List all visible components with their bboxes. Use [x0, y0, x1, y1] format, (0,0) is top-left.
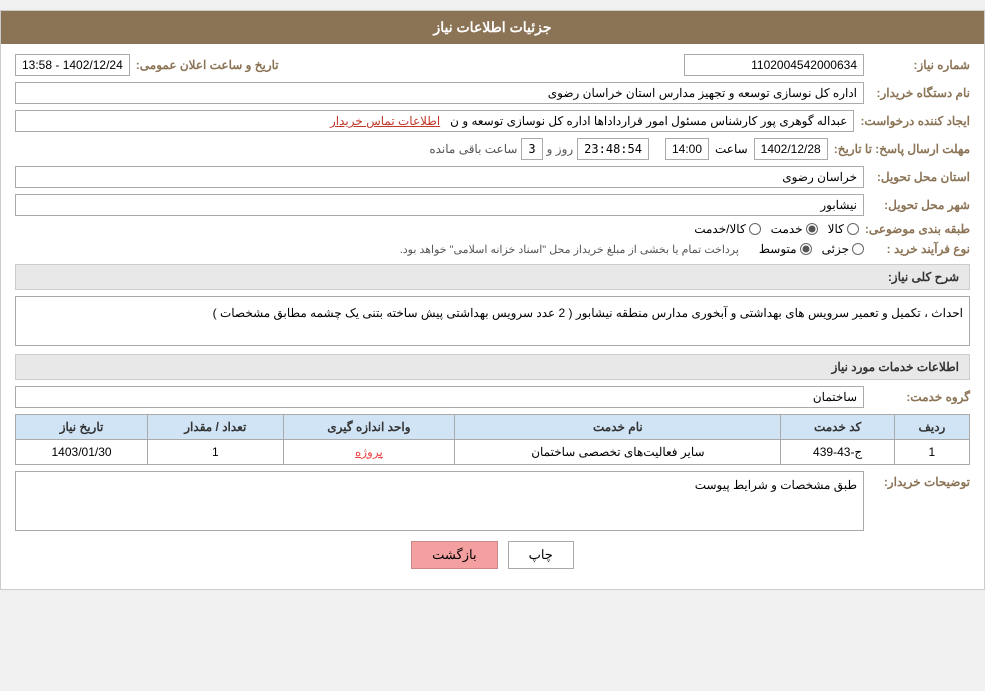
cell-row-num: 1 [894, 440, 969, 465]
description-section-title: شرح کلی نیاز: [15, 264, 970, 290]
purchase-type-label: نوع فرآیند خرید : [870, 242, 970, 256]
print-button[interactable]: چاپ [508, 541, 574, 569]
category-row: طبقه بندی موضوعی: کالا خدمت کالا/خدمت [15, 222, 970, 236]
category-khadamat-label: خدمت [771, 222, 803, 236]
col-quantity: تعداد / مقدار [148, 415, 283, 440]
category-kala[interactable]: کالا [828, 222, 859, 236]
purchase-jozvi-radio[interactable] [852, 243, 864, 255]
city-value: نیشابور [15, 194, 864, 216]
description-label: شرح کلی نیاز: [888, 270, 959, 284]
back-button[interactable]: بازگشت [411, 541, 497, 569]
announcement-datetime-label: تاریخ و ساعت اعلان عمومی: [136, 58, 279, 72]
city-label: شهر محل تحویل: [870, 198, 970, 212]
cell-unit[interactable]: پروژه [283, 440, 455, 465]
category-radio-group: کالا خدمت کالا/خدمت [694, 222, 859, 236]
remaining-time-label: ساعت باقی مانده [429, 142, 517, 156]
buyer-desc-row: توضیحات خریدار: طبق مشخصات و شرایط پیوست [15, 471, 970, 531]
purchase-jozvi-label: جزئی [822, 242, 849, 256]
response-deadline-group: 1402/12/28 ساعت 14:00 23:48:54 روز و 3 س… [15, 138, 828, 160]
province-row: استان محل تحویل: خراسان رضوی [15, 166, 970, 188]
creator-label: ایجاد کننده درخواست: [860, 114, 970, 128]
service-group-label: گروه خدمت: [870, 390, 970, 404]
buttons-row: چاپ بازگشت [15, 541, 970, 569]
response-deadline-label: مهلت ارسال پاسخ: تا تاریخ: [834, 142, 970, 156]
creator-row: ایجاد کننده درخواست: عبداله گوهری پور کا… [15, 110, 970, 132]
category-kala-khadamat[interactable]: کالا/خدمت [694, 222, 760, 236]
purchase-type-row: نوع فرآیند خرید : جزئی متوسط پرداخت تمام… [15, 242, 970, 256]
description-value: احداث ، تکمیل و تعمیر سرویس های بهداشتی … [15, 296, 970, 346]
services-section-label: اطلاعات خدمات مورد نیاز [832, 360, 959, 374]
purchase-note: پرداخت تمام یا بخشی از مبلغ خریداز محل "… [400, 243, 739, 256]
col-row-num: ردیف [894, 415, 969, 440]
province-value: خراسان رضوی [15, 166, 864, 188]
page-wrapper: جزئیات اطلاعات نیاز شماره نیاز: 11020045… [0, 10, 985, 590]
buyer-desc-value: طبق مشخصات و شرایط پیوست [22, 478, 857, 492]
col-date: تاریخ نیاز [16, 415, 148, 440]
announcement-datetime-value: 1402/12/24 - 13:58 [15, 54, 130, 76]
cell-service-code: ج-43-439 [781, 440, 894, 465]
city-row: شهر محل تحویل: نیشابور [15, 194, 970, 216]
category-label: طبقه بندی موضوعی: [865, 222, 970, 236]
need-number-value: 1102004542000634 [684, 54, 864, 76]
category-kala-radio[interactable] [847, 223, 859, 235]
purchase-motavaset[interactable]: متوسط [759, 242, 812, 256]
services-table: ردیف کد خدمت نام خدمت واحد اندازه گیری ت… [15, 414, 970, 465]
remaining-days-label: روز و [547, 142, 574, 156]
purchase-type-group: جزئی متوسط پرداخت تمام یا بخشی از مبلغ خ… [15, 242, 864, 256]
page-title: جزئیات اطلاعات نیاز [433, 19, 551, 35]
services-table-header-row: ردیف کد خدمت نام خدمت واحد اندازه گیری ت… [16, 415, 970, 440]
col-service-code: کد خدمت [781, 415, 894, 440]
remaining-time-value: 23:48:54 [577, 138, 649, 160]
purchase-motavaset-label: متوسط [759, 242, 797, 256]
services-table-header: ردیف کد خدمت نام خدمت واحد اندازه گیری ت… [16, 415, 970, 440]
buyer-desc-label: توضیحات خریدار: [870, 475, 970, 489]
services-section-title: اطلاعات خدمات مورد نیاز [15, 354, 970, 380]
category-kala-label: کالا [828, 222, 844, 236]
category-khadamat-radio[interactable] [806, 223, 818, 235]
col-service-name: نام خدمت [455, 415, 781, 440]
buyer-org-label: نام دستگاه خریدار: [870, 86, 970, 100]
services-table-body: 1 ج-43-439 سایر فعالیت‌های تخصصی ساختمان… [16, 440, 970, 465]
response-time-label: ساعت [715, 142, 748, 156]
response-date-value: 1402/12/28 [754, 138, 828, 160]
province-label: استان محل تحویل: [870, 170, 970, 184]
page-header: جزئیات اطلاعات نیاز [1, 11, 984, 44]
creator-value: عبداله گوهری پور کارشناس مسئول امور قرار… [15, 110, 854, 132]
time-countdown: 23:48:54 روز و 3 ساعت باقی مانده [429, 138, 649, 160]
category-kala-khadamat-radio[interactable] [749, 223, 761, 235]
purchase-jozvi[interactable]: جزئی [822, 242, 864, 256]
service-group-row: گروه خدمت: ساختمان [15, 386, 970, 408]
buyer-desc-box: طبق مشخصات و شرایط پیوست [15, 471, 864, 531]
buyer-org-row: نام دستگاه خریدار: اداره کل نوسازی توسعه… [15, 82, 970, 104]
response-deadline-row: مهلت ارسال پاسخ: تا تاریخ: 1402/12/28 سا… [15, 138, 970, 160]
buyer-org-value: اداره کل نوسازی توسعه و تجهیز مدارس استا… [15, 82, 864, 104]
col-unit: واحد اندازه گیری [283, 415, 455, 440]
creator-text: عبداله گوهری پور کارشناس مسئول امور قرار… [450, 114, 847, 128]
table-row: 1 ج-43-439 سایر فعالیت‌های تخصصی ساختمان… [16, 440, 970, 465]
category-kala-khadamat-label: کالا/خدمت [694, 222, 745, 236]
main-content: شماره نیاز: 1102004542000634 تاریخ و ساع… [1, 44, 984, 589]
service-group-value: ساختمان [15, 386, 864, 408]
cell-service-name: سایر فعالیت‌های تخصصی ساختمان [455, 440, 781, 465]
response-time-value: 14:00 [665, 138, 709, 160]
remaining-days-value: 3 [521, 138, 542, 160]
purchase-motavaset-radio[interactable] [800, 243, 812, 255]
creator-contact-link[interactable]: اطلاعات تماس خریدار [330, 114, 440, 128]
cell-date: 1403/01/30 [16, 440, 148, 465]
description-row: احداث ، تکمیل و تعمیر سرویس های بهداشتی … [15, 296, 970, 346]
cell-quantity: 1 [148, 440, 283, 465]
need-number-label: شماره نیاز: [870, 58, 970, 72]
category-khadamat[interactable]: خدمت [771, 222, 818, 236]
need-number-row: شماره نیاز: 1102004542000634 تاریخ و ساع… [15, 54, 970, 76]
